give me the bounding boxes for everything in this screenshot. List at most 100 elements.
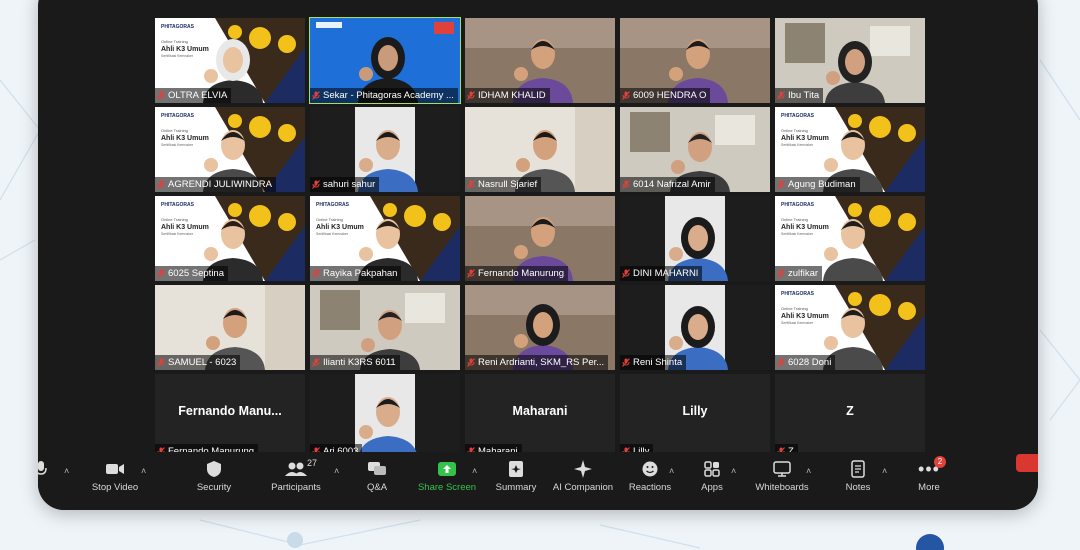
participant-tile[interactable]: PHITAGORAS Online Training Ahli K3 Umum Ser… xyxy=(775,107,925,192)
participant-name-tag: AGRENDI JULIWINDRA xyxy=(155,177,276,192)
participant-name-tag: OLTRA ELVIA xyxy=(155,88,232,103)
svg-text:Sertifikasi Kemnaker: Sertifikasi Kemnaker xyxy=(781,321,814,325)
muted-mic-icon xyxy=(312,358,320,367)
reactions-smiley-icon xyxy=(642,461,658,477)
participants-button[interactable]: 27 Participants xyxy=(251,458,341,493)
svg-text:Online Training: Online Training xyxy=(316,217,343,222)
svg-text:Ahli K3 Umum: Ahli K3 Umum xyxy=(161,224,209,231)
participant-name: zulfikar xyxy=(788,268,819,279)
participants-icon xyxy=(285,462,307,476)
muted-mic-icon xyxy=(467,269,475,278)
participant-tile[interactable]: 6009 HENDRA O xyxy=(620,18,770,103)
more-notification-badge: 2 xyxy=(934,456,946,468)
svg-text:Ahli K3 Umum: Ahli K3 Umum xyxy=(781,313,829,320)
participant-name-tag: Rayika Pakpahan xyxy=(310,266,402,281)
participant-tile[interactable]: PHITAGORAS Online Training Ahli K3 Umum Ser… xyxy=(775,285,925,370)
svg-text:Sertifikasi Kemnaker: Sertifikasi Kemnaker xyxy=(781,232,814,236)
participant-tile[interactable]: Sekar - Phitagoras Academy ... xyxy=(309,17,461,104)
participant-tile[interactable]: PHITAGORAS Online Training Ahli K3 Umum Ser… xyxy=(155,18,305,103)
participant-tile[interactable]: Reni Ardrianti, SKM_RS Per... xyxy=(465,285,615,370)
stop-video-button[interactable]: Stop Video xyxy=(70,458,160,493)
ai-sparkle-icon xyxy=(574,460,592,478)
whiteboards-options-caret[interactable]: ˄ xyxy=(806,466,811,476)
participant-tile[interactable]: Ilianti K3RS 6011 xyxy=(310,285,460,370)
participant-display-name: Z xyxy=(846,404,854,418)
svg-text:Sertifikasi Kemnaker: Sertifikasi Kemnaker xyxy=(316,232,349,236)
participant-name: Reni Shinta xyxy=(633,357,683,368)
svg-text:Sertifikasi Kemnaker: Sertifikasi Kemnaker xyxy=(781,143,814,147)
participant-name-tag: Reni Shinta xyxy=(620,355,687,370)
participant-tile[interactable]: Nasrull Sjarief xyxy=(465,107,615,192)
muted-mic-icon xyxy=(622,269,630,278)
participant-tile[interactable]: ZZ xyxy=(775,374,925,459)
participant-name-tag: 6028 Doni xyxy=(775,355,836,370)
participant-tile[interactable]: 6014 Nafrizal Amir xyxy=(620,107,770,192)
participant-tile[interactable]: PHITAGORAS Online Training Ahli K3 Umum Ser… xyxy=(155,107,305,192)
participant-name-tag: Nasrull Sjarief xyxy=(465,177,542,192)
participant-name-tag: sahuri sahur xyxy=(310,177,380,192)
muted-mic-icon xyxy=(467,358,475,367)
participant-name-tag: 6014 Nafrizal Amir xyxy=(620,177,715,192)
more-button[interactable]: ••• 2 More xyxy=(884,456,974,493)
svg-text:PHITAGORAS: PHITAGORAS xyxy=(781,113,815,119)
participant-name: Sekar - Phitagoras Academy ... xyxy=(323,90,454,101)
svg-text:Sertifikasi Kemnaker: Sertifikasi Kemnaker xyxy=(161,143,194,147)
svg-text:PHITAGORAS: PHITAGORAS xyxy=(161,24,195,30)
security-button[interactable]: Security xyxy=(169,458,259,493)
summary-icon xyxy=(509,461,523,477)
muted-mic-icon xyxy=(622,358,630,367)
apps-options-caret[interactable]: ˄ xyxy=(731,466,736,476)
muted-mic-icon xyxy=(467,180,475,189)
svg-text:Online Training: Online Training xyxy=(781,217,808,222)
participant-name: OLTRA ELVIA xyxy=(168,90,228,101)
end-meeting-button[interactable] xyxy=(1016,454,1038,472)
participant-tile[interactable]: Reni Shinta xyxy=(620,285,770,370)
svg-text:Online Training: Online Training xyxy=(781,128,808,133)
participant-name: 6014 Nafrizal Amir xyxy=(633,179,711,190)
participant-tile[interactable]: IDHAM KHALID xyxy=(465,18,615,103)
microphone-icon xyxy=(38,461,47,475)
participant-name: DINI MAHARNI xyxy=(633,268,699,279)
svg-text:Ahli K3 Umum: Ahli K3 Umum xyxy=(161,135,209,142)
shield-icon xyxy=(207,461,221,477)
participant-name-tag: Agung Budiman xyxy=(775,177,860,192)
participant-tile[interactable]: sahuri sahur xyxy=(310,107,460,192)
participant-name-tag: SAMUEL - 6023 xyxy=(155,355,241,370)
muted-mic-icon xyxy=(777,358,785,367)
participant-tile[interactable]: PHITAGORAS Online Training Ahli K3 Umum Ser… xyxy=(775,196,925,281)
video-options-caret[interactable]: ˄ xyxy=(141,466,146,476)
svg-text:Ahli K3 Umum: Ahli K3 Umum xyxy=(781,224,829,231)
participant-name-tag: 6025 Septina xyxy=(155,266,228,281)
participants-label: Participants xyxy=(271,482,321,493)
participant-tile[interactable]: Ari 6003 xyxy=(310,374,460,459)
participant-name: 6028 Doni xyxy=(788,357,832,368)
muted-mic-icon xyxy=(622,91,630,100)
svg-text:PHITAGORAS: PHITAGORAS xyxy=(781,202,815,208)
muted-mic-icon xyxy=(157,269,165,278)
audio-options-caret[interactable]: ˄ xyxy=(64,466,69,476)
muted-mic-icon xyxy=(777,91,785,100)
participant-tile[interactable]: PHITAGORAS Online Training Ahli K3 Umum Ser… xyxy=(310,196,460,281)
qa-icon xyxy=(368,462,386,475)
security-label: Security xyxy=(196,482,232,493)
svg-text:Online Training: Online Training xyxy=(781,306,808,311)
participant-tile[interactable]: Fernando Manurung xyxy=(465,196,615,281)
muted-mic-icon xyxy=(777,269,785,278)
participant-name: AGRENDI JULIWINDRA xyxy=(168,179,272,190)
participant-tile[interactable]: SAMUEL - 6023 xyxy=(155,285,305,370)
participant-name-tag: 6009 HENDRA O xyxy=(620,88,711,103)
apps-icon xyxy=(704,461,720,477)
participant-tile[interactable]: LillyLilly xyxy=(620,374,770,459)
participant-tile[interactable]: PHITAGORAS Online Training Ahli K3 Umum Ser… xyxy=(155,196,305,281)
muted-mic-icon xyxy=(157,358,165,367)
participant-tile[interactable]: DINI MAHARNI xyxy=(620,196,770,281)
participant-name-tag: Ilianti K3RS 6011 xyxy=(310,355,400,370)
participant-name-tag: zulfikar xyxy=(775,266,823,281)
participant-tile[interactable]: MaharaniMaharani xyxy=(465,374,615,459)
muted-mic-icon xyxy=(622,180,630,189)
zoom-meeting-window: PHITAGORAS Online Training Ahli K3 Umum Ser… xyxy=(38,0,1038,510)
participant-display-name: Fernando Manu... xyxy=(178,404,282,418)
participant-tile[interactable]: Ibu Tita xyxy=(775,18,925,103)
participant-tile[interactable]: Fernando Manu...Fernando Manurung xyxy=(155,374,305,459)
svg-text:Online Training: Online Training xyxy=(161,217,188,222)
